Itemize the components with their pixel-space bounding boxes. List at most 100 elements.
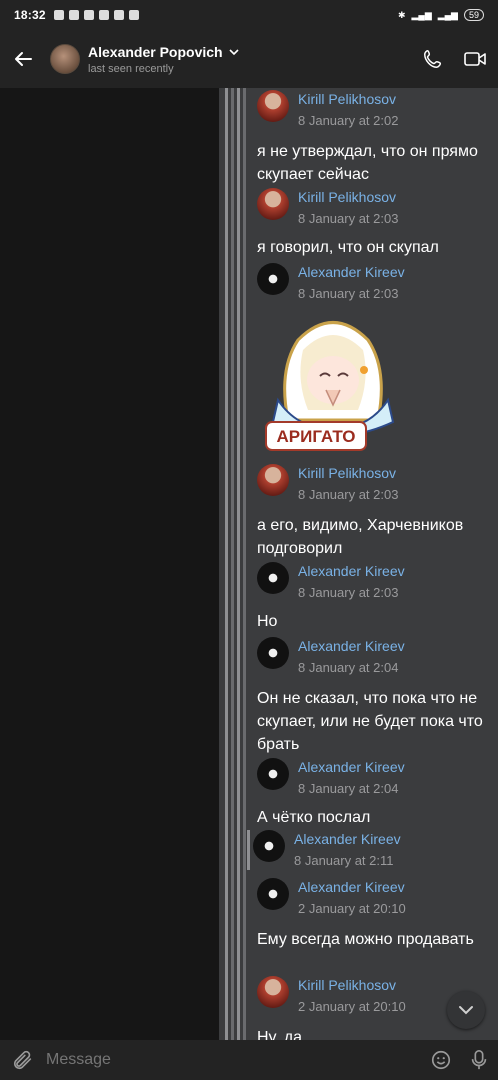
notification-icon [53, 10, 64, 20]
sender-name[interactable]: Alexander Kireev [298, 562, 405, 580]
avatar[interactable] [257, 758, 289, 790]
avatar[interactable] [253, 830, 285, 862]
attach-button[interactable] [0, 1049, 46, 1071]
message-text: Он не сказал, что пока что не скупает, и… [257, 690, 483, 753]
notification-icon [68, 10, 79, 20]
message-header: Alexander Kireev 8 January at 2:04 [257, 758, 497, 798]
message-header: Alexander Kireev 8 January at 2:04 [257, 637, 497, 677]
message-date: 2 January at 20:10 [298, 901, 406, 916]
message-header: Kirill Pelikhosov 8 January at 2:02 [257, 90, 497, 130]
chat-header: Alexander Popovich last seen recently [0, 30, 498, 88]
trash-icon [128, 10, 139, 20]
message-text: А чётко послал [257, 809, 371, 826]
phone-icon [424, 50, 442, 68]
sticker-image[interactable]: АРИГАТО [258, 310, 408, 460]
message-date: 8 January at 2:04 [298, 781, 399, 796]
emoji-button[interactable] [422, 1049, 460, 1071]
chevron-down-icon [459, 1006, 473, 1015]
sender-name[interactable]: Alexander Kireev [298, 878, 406, 896]
message-header: Kirill Pelikhosov 8 January at 2:03 [257, 188, 497, 228]
sender-name[interactable]: Alexander Kireev [294, 830, 401, 848]
avatar[interactable] [257, 637, 289, 669]
video-camera-icon [464, 52, 486, 66]
message-text: Но [257, 613, 278, 630]
message-header: Kirill Pelikhosov 8 January at 2:03 [257, 464, 497, 504]
sender-name[interactable]: Alexander Kireev [298, 758, 405, 776]
battery-icon: 59 [463, 9, 484, 21]
notification-icons [53, 10, 139, 20]
anime-girl-sticker-icon: АРИГАТО [265, 321, 395, 451]
message-date: 8 January at 2:03 [298, 585, 399, 600]
contact-name-text: Alexander Popovich [88, 43, 223, 60]
message-date: 2 January at 20:10 [298, 999, 406, 1014]
nesting-rail [237, 88, 240, 1040]
nesting-rail [231, 88, 234, 1040]
notification-icon [83, 10, 94, 20]
forwarded-message[interactable]: Alexander Kireev 8 January at 2:03 [257, 263, 497, 303]
sender-name[interactable]: Alexander Kireev [298, 263, 405, 281]
scroll-down-button[interactable] [447, 991, 485, 1029]
message-date: 8 January at 2:03 [298, 286, 399, 301]
nesting-rail [243, 88, 246, 1040]
avatar[interactable] [257, 976, 289, 1008]
sticker-caption: АРИГАТО [276, 427, 355, 446]
paperclip-icon [13, 1050, 32, 1070]
contact-name: Alexander Popovich [88, 44, 414, 60]
video-call-button[interactable] [456, 40, 494, 78]
back-button[interactable] [0, 30, 46, 88]
message-text: Ему всегда можно продавать [257, 931, 474, 948]
sender-name[interactable]: Alexander Kireev [298, 637, 405, 655]
signal-icon: ▂▄▆ [437, 9, 458, 20]
status-bar: 18:32 ✱ ▂▄▆ ▂▄▆ 59 [0, 0, 498, 30]
smiley-icon [431, 1050, 451, 1070]
message-header: Alexander Kireev 8 January at 2:03 [257, 562, 497, 602]
message-date: 8 January at 2:11 [294, 853, 394, 868]
avatar[interactable] [257, 90, 289, 122]
message-header: Alexander Kireev 2 January at 20:10 [257, 878, 497, 918]
forwarded-message[interactable]: Alexander Kireev 2 January at 20:10 Ему … [257, 878, 497, 951]
forwarded-message[interactable]: Alexander Kireev 8 January at 2:11 [247, 830, 487, 870]
sender-name[interactable]: Kirill Pelikhosov [298, 90, 398, 108]
message-text: а его, видимо, Харчевников подговорил [257, 517, 464, 557]
avatar[interactable] [50, 44, 80, 74]
voice-message-button[interactable] [460, 1049, 498, 1071]
message-date: 8 January at 2:03 [298, 487, 399, 502]
forwarded-message[interactable]: Kirill Pelikhosov 8 January at 2:02 я не… [257, 90, 497, 186]
status-time: 18:32 [14, 8, 46, 22]
message-date: 8 January at 2:03 [298, 211, 399, 226]
back-arrow-icon [15, 52, 32, 66]
message-input-bar [0, 1040, 498, 1080]
chat-background [0, 88, 219, 1040]
message-date: 8 January at 2:02 [298, 113, 399, 128]
signal-icon: ▂▄▆ [411, 9, 432, 20]
call-button[interactable] [414, 40, 452, 78]
message-header: Alexander Kireev 8 January at 2:03 [257, 263, 497, 303]
sender-name[interactable]: Kirill Pelikhosov [298, 188, 398, 206]
sender-name[interactable]: Kirill Pelikhosov [298, 976, 406, 994]
avatar[interactable] [257, 464, 289, 496]
forwarded-message[interactable]: Kirill Pelikhosov 8 January at 2:03 я го… [257, 188, 497, 259]
nesting-rails [225, 88, 246, 1040]
message-date: 8 January at 2:04 [298, 660, 399, 675]
message-text: я не утверждал, что он прямо скупает сей… [257, 143, 478, 183]
message-header: Alexander Kireev 8 January at 2:11 [253, 830, 487, 870]
avatar[interactable] [257, 263, 289, 295]
chevron-down-icon [229, 48, 239, 55]
forwarded-message[interactable]: Alexander Kireev 8 January at 2:04 А чёт… [257, 758, 497, 829]
avatar[interactable] [257, 878, 289, 910]
contact-status: last seen recently [88, 62, 174, 75]
nesting-rail [225, 88, 228, 1040]
microphone-icon [471, 1050, 487, 1070]
forwarded-message[interactable]: Kirill Pelikhosov 8 January at 2:03 а ег… [257, 464, 497, 560]
notification-icon [98, 10, 109, 20]
avatar[interactable] [257, 188, 289, 220]
message-input[interactable] [46, 1051, 422, 1069]
contact-info[interactable]: Alexander Popovich last seen recently [88, 44, 414, 75]
forwarded-message[interactable]: Alexander Kireev 8 January at 2:03 Но [257, 562, 497, 633]
forwarded-message[interactable]: Alexander Kireev 8 January at 2:04 Он не… [257, 637, 497, 756]
forwarded-messages-panel[interactable]: Kirill Pelikhosov 8 January at 2:02 я не… [219, 88, 498, 1040]
bluetooth-icon: ✱ [397, 9, 406, 20]
sender-name[interactable]: Kirill Pelikhosov [298, 464, 398, 482]
message-text: я говорил, что он скупал [257, 239, 439, 256]
avatar[interactable] [257, 562, 289, 594]
